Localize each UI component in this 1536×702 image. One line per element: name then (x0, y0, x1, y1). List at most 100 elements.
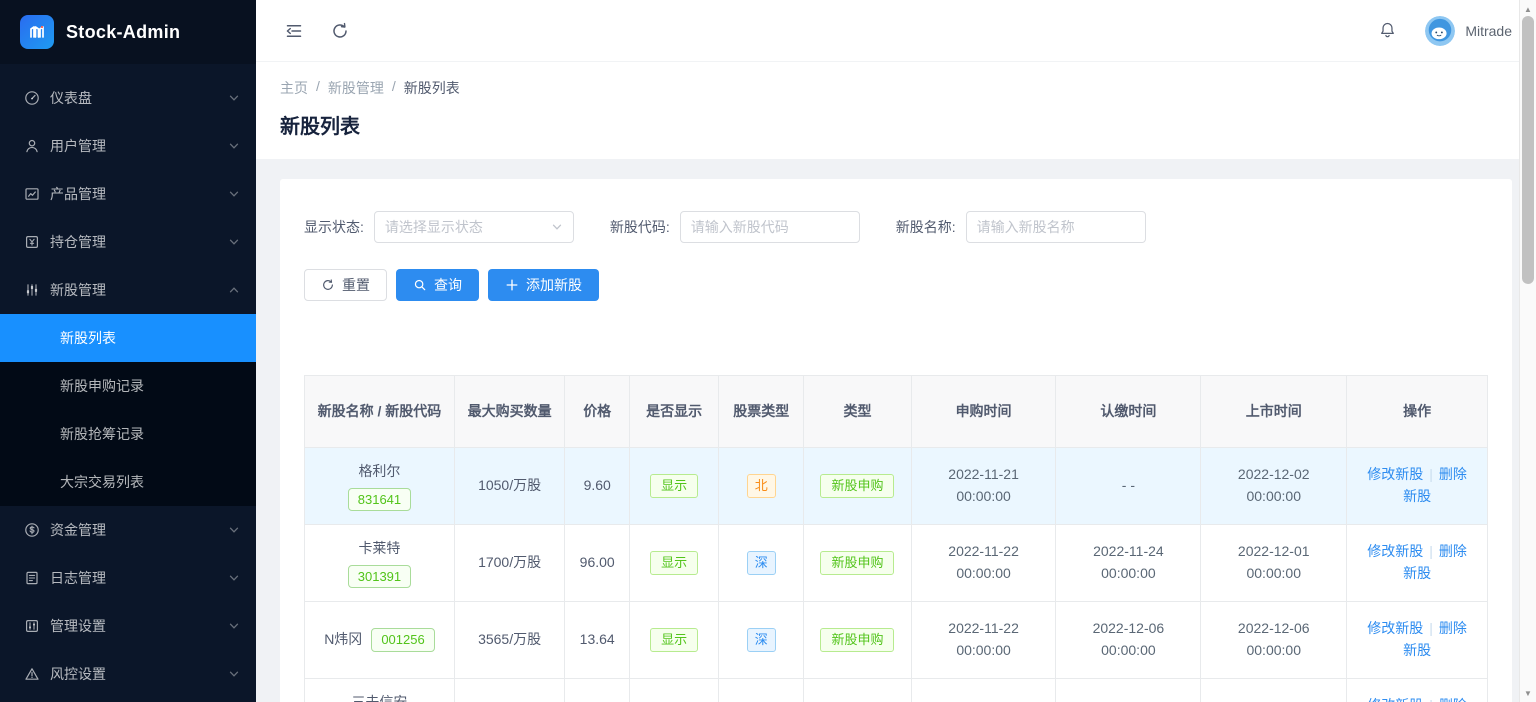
stock-name: 三未信安 (351, 692, 407, 702)
chevron-down-icon (228, 92, 240, 104)
edit-stock-link[interactable]: 修改新股 (1367, 697, 1423, 702)
subscribe-time: 00:00:00 (922, 563, 1046, 585)
stock-code-badge: 001256 (371, 628, 434, 652)
app-logo[interactable]: Stock-Admin (0, 0, 256, 64)
pay-date: - - (1066, 475, 1190, 497)
submenu-item-block-trades[interactable]: 大宗交易列表 (0, 458, 256, 506)
stock-name: N炜冈 (324, 629, 362, 651)
search-icon (413, 278, 427, 292)
display-status-select[interactable]: 请选择显示状态 (374, 211, 574, 243)
col-name-code: 新股名称 / 新股代码 (305, 376, 455, 448)
plus-icon (505, 278, 519, 292)
market-tag: 北 (747, 474, 776, 499)
user-name[interactable]: Mitrade (1465, 23, 1512, 39)
sidebar-item-admin-settings[interactable]: 管理设置 (0, 602, 256, 650)
action-separator: | (1429, 620, 1433, 636)
sidebar-item-label: 管理设置 (50, 616, 106, 636)
col-type: 类型 (804, 376, 911, 448)
notifications-bell-icon[interactable] (1371, 15, 1403, 47)
breadcrumb: 主页 / 新股管理 / 新股列表 (280, 78, 1512, 98)
sidebar-item-positions[interactable]: 持仓管理 (0, 218, 256, 266)
filter-stock-code: 新股代码: (610, 211, 860, 243)
products-icon (24, 186, 40, 202)
positions-icon (24, 234, 40, 250)
subscribe-date: 2022-11-22 (922, 541, 1046, 563)
submenu-item-ipo-grab-records[interactable]: 新股抢筹记录 (0, 410, 256, 458)
edit-stock-link[interactable]: 修改新股 (1367, 543, 1423, 559)
logs-icon (24, 570, 40, 586)
dashboard-icon (24, 90, 40, 106)
display-status-tag: 显示 (650, 551, 698, 576)
refresh-icon[interactable] (324, 15, 356, 47)
funds-icon (24, 522, 40, 538)
col-listing-time: 上市时间 (1201, 376, 1347, 448)
sidebar-item-dashboard[interactable]: 仪表盘 (0, 74, 256, 122)
add-stock-button[interactable]: 添加新股 (488, 269, 599, 301)
chevron-up-icon (228, 284, 240, 296)
ipo-list-card: 显示状态: 请选择显示状态 新股代码: 新股名称: (280, 179, 1512, 702)
col-actions: 操作 (1347, 376, 1488, 448)
ipo-submenu: 新股列表 新股申购记录 新股抢筹记录 大宗交易列表 (0, 314, 256, 506)
col-display: 是否显示 (630, 376, 719, 448)
sidebar-item-ipo[interactable]: 新股管理 (0, 266, 256, 314)
action-separator: | (1429, 543, 1433, 559)
search-button[interactable]: 查询 (396, 269, 479, 301)
type-tag: 新股申购 (820, 474, 894, 499)
reset-icon (321, 278, 335, 292)
collapse-sidebar-button[interactable] (278, 15, 310, 47)
breadcrumb-home[interactable]: 主页 (280, 78, 308, 98)
submenu-item-ipo-subscriptions[interactable]: 新股申购记录 (0, 362, 256, 410)
listing-date: 2022-12-06 (1211, 618, 1336, 640)
sidebar-item-risk-settings[interactable]: 风控设置 (0, 650, 256, 698)
display-status-tag: 显示 (650, 628, 698, 653)
toolbar: 重置 查询 添加新股 (304, 269, 1488, 301)
sidebar-item-label: 产品管理 (50, 184, 106, 204)
sidebar-item-funds[interactable]: 资金管理 (0, 506, 256, 554)
reset-button[interactable]: 重置 (304, 269, 387, 301)
breadcrumb-separator: / (316, 78, 320, 98)
chevron-down-icon (228, 236, 240, 248)
chevron-down-icon (228, 140, 240, 152)
scrollbar[interactable]: ▲ ▼ (1519, 0, 1536, 702)
listing-date: 2022-12-02 (1211, 464, 1336, 486)
stock-code-badge: 831641 (348, 488, 411, 512)
stock-code-input[interactable] (680, 211, 860, 243)
stock-code-label: 新股代码: (610, 217, 670, 237)
sidebar-item-logs[interactable]: 日志管理 (0, 554, 256, 602)
edit-stock-link[interactable]: 修改新股 (1367, 466, 1423, 482)
listing-time: 00:00:00 (1211, 486, 1336, 508)
main-area: Mitrade 主页 / 新股管理 / 新股列表 新股列表 显示状态: 请选择显… (256, 0, 1536, 702)
type-tag: 新股申购 (820, 628, 894, 653)
listing-date: 2022-12-01 (1211, 541, 1336, 563)
display-status-tag: 显示 (650, 474, 698, 499)
risk-settings-icon (24, 666, 40, 682)
submenu-item-ipo-list[interactable]: 新股列表 (0, 314, 256, 362)
breadcrumb-current: 新股列表 (404, 78, 460, 98)
stock-name-input[interactable] (966, 211, 1146, 243)
price-value: 96.00 (565, 525, 630, 602)
sidebar-item-products[interactable]: 产品管理 (0, 170, 256, 218)
chevron-down-icon (228, 188, 240, 200)
pay-date: 2022-12-06 (1066, 618, 1190, 640)
edit-stock-link[interactable]: 修改新股 (1367, 620, 1423, 636)
page-header: 主页 / 新股管理 / 新股列表 新股列表 (256, 62, 1536, 159)
app-window: Stock-Admin 仪表盘 用户管理 产品管理 持仓管理 (0, 0, 1536, 702)
table-row: 卡莱特 301391 1700/万股 96.00 显示 深 新股申购 2022-… (305, 525, 1488, 602)
sidebar-item-users[interactable]: 用户管理 (0, 122, 256, 170)
subscribe-time: 00:00:00 (922, 486, 1046, 508)
chevron-down-icon (551, 221, 563, 233)
table-row: 格利尔 831641 1050/万股 9.60 显示 北 新股申购 2022-1… (305, 448, 1488, 525)
scroll-down-arrow[interactable]: ▼ (1520, 685, 1536, 701)
scroll-up-arrow[interactable]: ▲ (1520, 1, 1536, 17)
subscribe-time: 00:00:00 (922, 640, 1046, 662)
market-tag: 深 (747, 551, 776, 576)
scroll-thumb[interactable] (1522, 16, 1534, 284)
user-avatar[interactable] (1425, 16, 1455, 46)
col-price: 价格 (565, 376, 630, 448)
breadcrumb-ipo-management[interactable]: 新股管理 (328, 78, 384, 98)
filter-bar: 显示状态: 请选择显示状态 新股代码: 新股名称: (304, 211, 1488, 243)
pay-time: 00:00:00 (1066, 563, 1190, 585)
action-separator: | (1429, 466, 1433, 482)
submenu-item-label: 新股抢筹记录 (60, 424, 144, 444)
col-subscribe-time: 申购时间 (911, 376, 1056, 448)
